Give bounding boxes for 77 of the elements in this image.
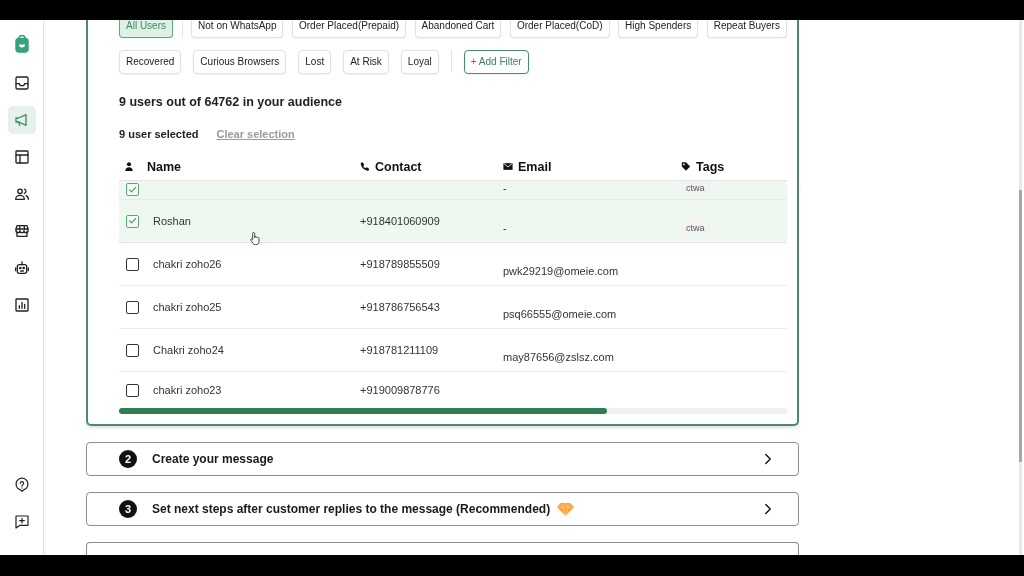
step-number: 3 — [119, 500, 137, 518]
table-cell: may87656@zslsz.com — [503, 350, 614, 364]
filter-chip[interactable]: Repeat Buyers — [706, 20, 787, 38]
checkbox[interactable] — [126, 300, 139, 314]
audience-summary: 9 users out of 64762 in your audience — [119, 95, 343, 109]
scrollbar-thumb[interactable] — [1019, 190, 1022, 462]
table-cell: chakri zoho23 — [153, 384, 222, 397]
column-header[interactable]: Name — [147, 159, 182, 174]
column-header[interactable]: Email — [518, 159, 552, 174]
phone-icon — [360, 161, 370, 172]
inbox-icon — [13, 75, 30, 91]
users-icon — [13, 186, 30, 202]
tag-chip: ctwa — [681, 182, 710, 194]
filter-chip[interactable]: Order Placed(CoD) — [509, 20, 610, 38]
checkbox[interactable] — [126, 343, 139, 357]
checkbox[interactable] — [126, 214, 139, 228]
step-number: 2 — [119, 450, 137, 468]
filter-chip[interactable]: At Risk — [343, 50, 389, 74]
checkmark-icon — [129, 218, 136, 224]
step-card[interactable]: 2 Create your message — [86, 442, 799, 476]
tag-chip: ctwa — [681, 222, 710, 234]
filter-chip[interactable]: Order Placed(Prepaid) — [292, 20, 407, 38]
scrollbar-track[interactable] — [119, 408, 787, 414]
checkbox[interactable] — [126, 384, 139, 397]
table-row[interactable]: chakri zoho25 +918786756543 psq66555@omeie.com — [119, 286, 787, 329]
table-cell: +918786756543 — [360, 300, 440, 314]
table-cell: pwk29219@omeie.com — [503, 264, 619, 278]
filter-chip[interactable]: High Spenders — [618, 20, 699, 38]
filter-chip[interactable]: All Users — [119, 20, 173, 38]
scrollbar-track[interactable] — [1019, 20, 1022, 555]
megaphone-icon — [13, 112, 30, 128]
filter-chip[interactable]: Abandoned Cart — [414, 20, 502, 38]
table-cell: - — [503, 221, 507, 235]
table-layout-icon — [13, 149, 30, 165]
table-row[interactable]: Chakri zoho24 +918781211109 may87656@zslsz.com — [119, 329, 787, 372]
column-header[interactable]: Contact — [375, 159, 422, 174]
table-cell: psq66555@omeie.com — [503, 307, 617, 321]
bar-chart-icon — [13, 297, 30, 313]
robot-icon — [13, 260, 30, 276]
table-cell: chakri zoho26 — [153, 257, 222, 271]
table-cell: +919009878776 — [360, 384, 440, 397]
table-row[interactable]: chakri zoho23 +919009878776 — [119, 372, 787, 397]
step-card[interactable]: 3 Set next steps after customer replies to the message (Recommended) — [86, 492, 799, 526]
table-cell: +918789855509 — [360, 257, 440, 271]
chevron-right-icon — [764, 453, 772, 465]
table-row[interactable]: chakri zoho26 +918789855509 pwk29219@omeie.com — [119, 243, 787, 286]
table-row[interactable]: - ctwa — [119, 181, 787, 200]
table-cell: Chakri zoho24 — [153, 343, 224, 357]
table-cell: +918781211109 — [360, 343, 439, 357]
filter-chip[interactable]: Recovered — [119, 50, 182, 74]
selected-count: 9 user selected — [119, 127, 199, 141]
person-icon — [124, 161, 134, 172]
checkbox[interactable] — [126, 257, 139, 271]
help-icon — [13, 477, 30, 493]
column-header[interactable]: Tags — [696, 159, 725, 174]
table-row[interactable]: Roshan +918401060909 - ctwa — [119, 200, 787, 243]
bag-logo-icon[interactable] — [12, 33, 31, 53]
envelope-icon — [503, 161, 513, 172]
table-cell: Roshan — [153, 214, 191, 228]
filter-chip[interactable]: Curious Browsers — [193, 50, 287, 74]
filter-chip[interactable]: Not on WhatsApp — [191, 20, 284, 38]
table-cell: chakri zoho25 — [153, 300, 222, 314]
scrollbar-thumb[interactable] — [119, 408, 607, 414]
add-filter-button[interactable]: + Add Filter — [463, 50, 529, 74]
step-title: Create your message — [152, 452, 274, 466]
hand-cursor-icon — [250, 232, 261, 245]
table-cell: - — [503, 182, 507, 195]
checkmark-icon — [129, 186, 136, 193]
step-title: Set next steps after customer replies to the message (Recommended) — [152, 502, 551, 516]
chat-plus-icon — [13, 514, 30, 530]
filter-chip[interactable]: Lost — [298, 50, 332, 74]
storefront-icon — [13, 223, 30, 239]
checkbox[interactable] — [126, 183, 139, 196]
tag-icon — [681, 161, 691, 172]
table-cell: +918401060909 — [360, 214, 440, 228]
filter-chip[interactable]: Loyal — [400, 50, 439, 74]
chevron-right-icon — [764, 503, 772, 515]
